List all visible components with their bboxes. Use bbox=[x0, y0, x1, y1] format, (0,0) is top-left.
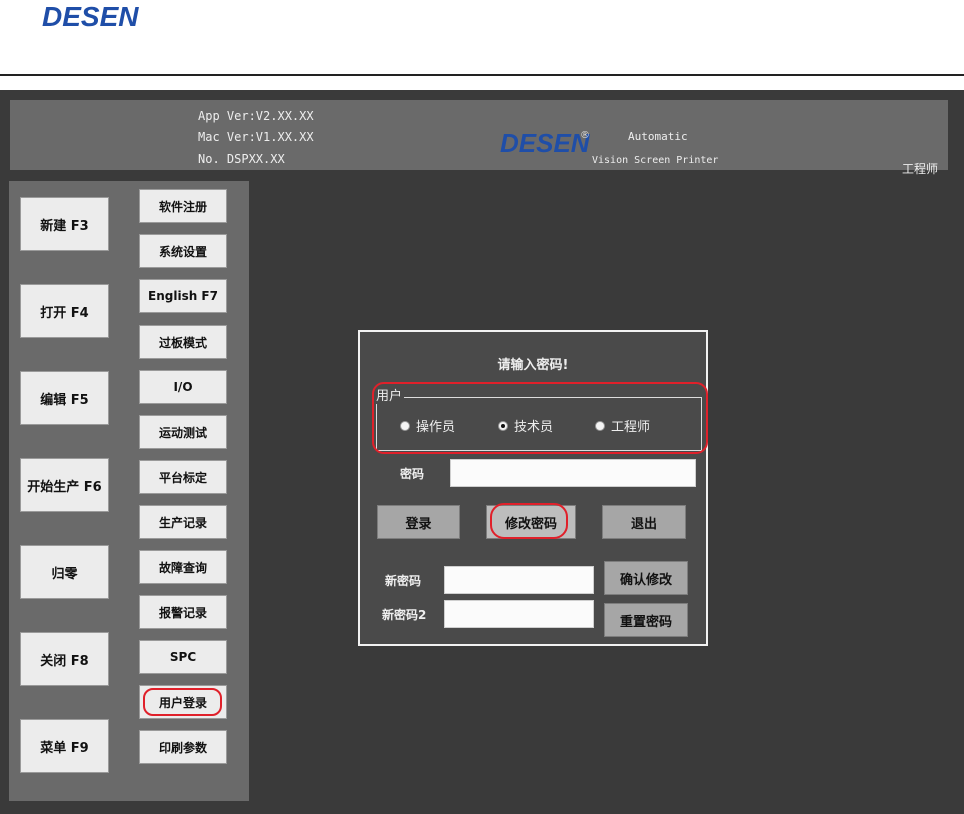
dialog-title: 请输入密码! bbox=[497, 358, 569, 373]
spc-button[interactable]: SPC bbox=[139, 640, 227, 674]
platform-calibration-button[interactable]: 平台标定 bbox=[139, 460, 227, 494]
current-user-level: 工程师 bbox=[901, 162, 938, 176]
header-logo-text: DESEN bbox=[500, 128, 590, 158]
fault-query-button[interactable]: 故障查询 bbox=[139, 550, 227, 584]
password-input[interactable] bbox=[450, 459, 696, 487]
sidebar-panel: 新建 F3 打开 F4 编辑 F5 开始生产 F6 归零 关闭 F8 菜单 F9… bbox=[9, 181, 249, 801]
password-label: 密码 bbox=[400, 467, 425, 481]
machine-version: Mac Ver:V1.XX.XX bbox=[198, 130, 314, 144]
print-parameters-button[interactable]: 印刷参数 bbox=[139, 730, 227, 764]
close-button[interactable]: 关闭 F8 bbox=[20, 632, 109, 686]
change-password-highlight bbox=[490, 503, 568, 539]
new-password2-label: 新密码2 bbox=[382, 608, 427, 622]
production-record-button[interactable]: 生产记录 bbox=[139, 505, 227, 539]
app-header: App Ver:V2.XX.XX Mac Ver:V1.XX.XX No. DS… bbox=[10, 100, 948, 176]
radio-unchecked-icon bbox=[400, 420, 410, 431]
new-password-label: 新密码 bbox=[385, 574, 422, 588]
password-dialog: 请输入密码! 用户 操作员 技术员 工程师 密码 登录 修改密码 退出 新密码 … bbox=[358, 330, 708, 646]
english-button[interactable]: English F7 bbox=[139, 279, 227, 313]
automatic-label: Automatic bbox=[628, 130, 688, 143]
software-registration-button[interactable]: 软件注册 bbox=[139, 189, 227, 223]
role-technician-label: 技术员 bbox=[514, 420, 554, 435]
new-button[interactable]: 新建 F3 bbox=[20, 197, 109, 251]
app-version: App Ver:V2.XX.XX bbox=[198, 109, 314, 123]
open-button[interactable]: 打开 F4 bbox=[20, 284, 109, 338]
system-settings-button[interactable]: 系统设置 bbox=[139, 234, 227, 268]
model-number: No. DSPXX.XX bbox=[198, 152, 285, 166]
role-technician-radio[interactable]: 技术员 bbox=[498, 416, 553, 435]
motion-test-button[interactable]: 运动测试 bbox=[139, 415, 227, 449]
new-password-input[interactable] bbox=[444, 566, 594, 594]
radio-checked-icon bbox=[498, 420, 508, 431]
registered-mark: ® bbox=[580, 130, 590, 141]
radio-unchecked-icon bbox=[595, 420, 605, 431]
start-production-button[interactable]: 开始生产 F6 bbox=[20, 458, 109, 512]
desen-logo-text: DESEN bbox=[42, 1, 139, 32]
reset-password-button[interactable]: 重置密码 bbox=[604, 603, 688, 637]
confirm-change-button[interactable]: 确认修改 bbox=[604, 561, 688, 595]
role-operator-label: 操作员 bbox=[416, 420, 456, 435]
io-button[interactable]: I/O bbox=[139, 370, 227, 404]
application-window: App Ver:V2.XX.XX Mac Ver:V1.XX.XX No. DS… bbox=[0, 90, 964, 814]
pass-board-mode-button[interactable]: 过板模式 bbox=[139, 325, 227, 359]
document-divider bbox=[0, 74, 964, 76]
exit-button[interactable]: 退出 bbox=[602, 505, 686, 539]
product-name: Vision Screen Printer bbox=[592, 155, 719, 166]
new-password2-input[interactable] bbox=[444, 600, 594, 628]
login-button[interactable]: 登录 bbox=[377, 505, 460, 539]
user-login-highlight bbox=[143, 688, 222, 716]
menu-button[interactable]: 菜单 F9 bbox=[20, 719, 109, 773]
edit-button[interactable]: 编辑 F5 bbox=[20, 371, 109, 425]
header-logo: DESEN ® bbox=[500, 128, 590, 158]
alarm-record-button[interactable]: 报警记录 bbox=[139, 595, 227, 629]
role-operator-radio[interactable]: 操作员 bbox=[400, 416, 455, 435]
role-engineer-label: 工程师 bbox=[611, 420, 651, 435]
desen-logo: DESEN bbox=[42, 1, 139, 32]
role-engineer-radio[interactable]: 工程师 bbox=[595, 416, 650, 435]
homing-button[interactable]: 归零 bbox=[20, 545, 109, 599]
